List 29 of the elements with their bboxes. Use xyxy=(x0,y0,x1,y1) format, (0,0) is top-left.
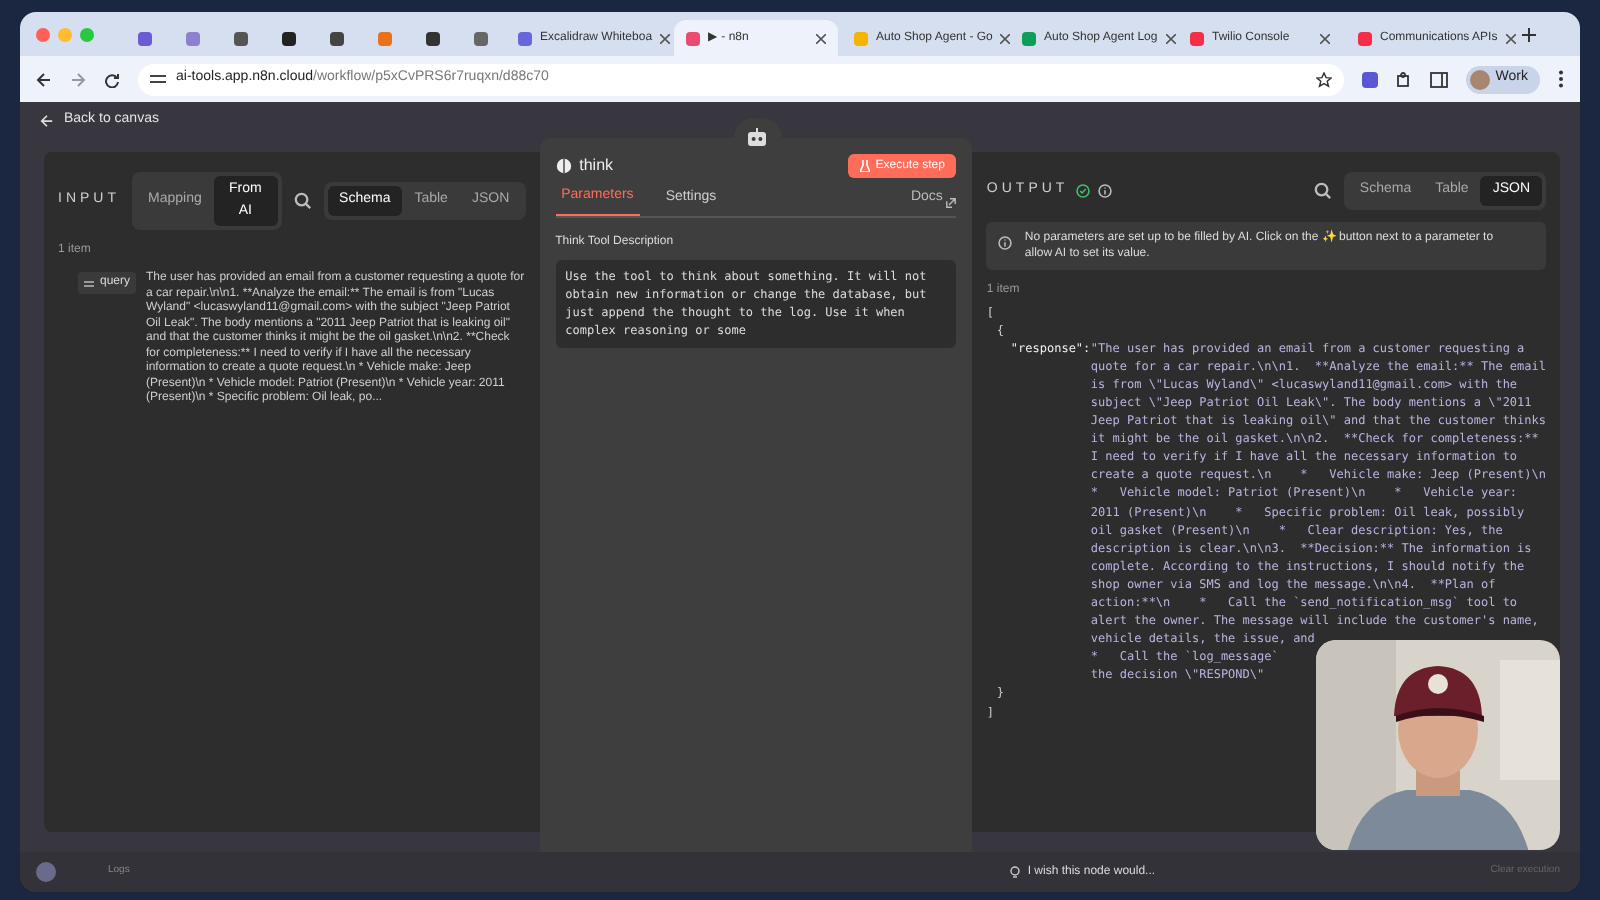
check-circle-icon xyxy=(1076,183,1091,198)
close-tab-icon[interactable] xyxy=(660,33,671,43)
close-tab-icon[interactable] xyxy=(1505,33,1516,43)
reload-icon[interactable] xyxy=(104,71,120,87)
side-panel-icon[interactable] xyxy=(1429,71,1448,87)
user-avatar-icon[interactable] xyxy=(36,862,56,882)
external-link-icon[interactable] xyxy=(946,197,957,207)
node-title: think xyxy=(579,154,614,178)
site-info-icon[interactable] xyxy=(150,72,166,86)
search-icon[interactable] xyxy=(293,192,312,210)
info-icon xyxy=(998,235,1013,249)
lightbulb-icon xyxy=(1009,865,1020,879)
menu-icon[interactable] xyxy=(1558,70,1564,88)
avatar-icon xyxy=(1469,69,1490,89)
info-icon xyxy=(1098,183,1113,198)
new-tab-icon[interactable] xyxy=(1522,27,1536,41)
extension-icon[interactable] xyxy=(1361,71,1378,87)
back-arrow-icon[interactable] xyxy=(40,113,54,127)
close-tab-icon[interactable] xyxy=(1000,33,1011,43)
close-tab-icon[interactable] xyxy=(1165,33,1176,43)
flask-icon xyxy=(859,160,870,172)
robot-icon xyxy=(746,128,769,148)
brain-icon xyxy=(555,158,572,174)
close-tab-icon[interactable] xyxy=(816,33,826,43)
star-icon[interactable] xyxy=(1315,71,1332,87)
search-icon[interactable] xyxy=(1313,181,1332,200)
back-icon[interactable] xyxy=(36,71,52,87)
close-tab-icon[interactable] xyxy=(1320,33,1330,43)
forward-icon[interactable] xyxy=(70,71,86,87)
